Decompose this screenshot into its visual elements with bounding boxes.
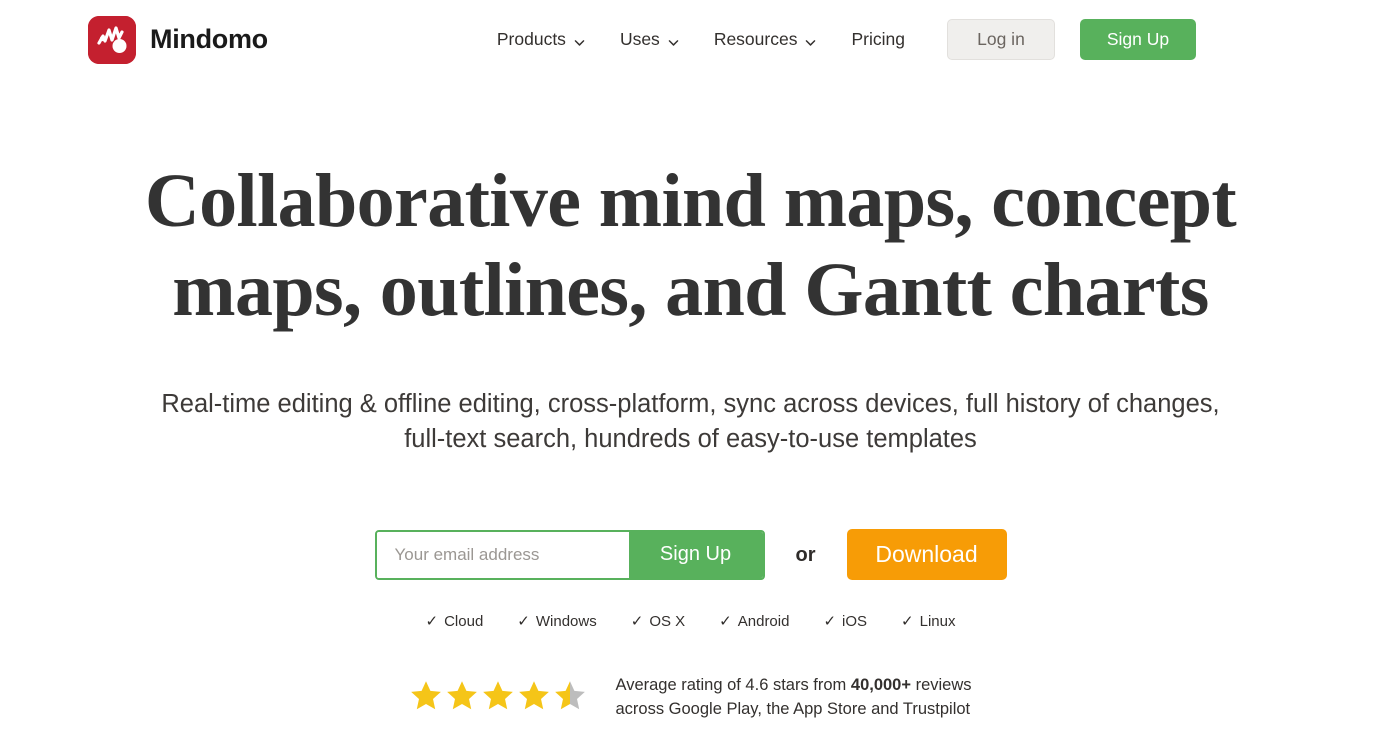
rating-description: Average rating of 4.6 stars from 40,000+… — [615, 674, 971, 721]
chevron-down-icon — [804, 33, 817, 46]
signup-submit-button[interactable]: Sign Up — [628, 531, 763, 578]
rating-text-part-1: Average rating of 4.6 stars from — [615, 676, 851, 695]
platform-label-cloud: Cloud — [444, 613, 484, 631]
platform-item-cloud: ✓ Cloud — [409, 613, 501, 630]
site-header: Mindomo Products Uses Resources Pricing … — [0, 0, 1381, 79]
chevron-down-icon — [573, 33, 586, 46]
platform-item-windows: ✓ Windows — [500, 613, 613, 630]
hero-subtitle: Real-time editing & offline editing, cro… — [161, 387, 1221, 457]
check-icon: ✓ — [630, 613, 644, 631]
platform-item-android: ✓ Android — [702, 613, 806, 630]
rating-review-count: 40,000+ — [850, 676, 911, 695]
star-icon-half — [553, 679, 587, 717]
platform-label-osx: OS X — [649, 613, 686, 631]
rating-text-line-2: across Google Play, the App Store and Tr… — [615, 699, 971, 718]
nav-label-resources: Resources — [713, 29, 798, 49]
or-separator-label: or — [795, 543, 816, 566]
page-title: Collaborative mind maps, concept maps, o… — [111, 157, 1271, 335]
download-button[interactable]: Download — [846, 529, 1007, 581]
email-signup-form: Sign Up — [374, 529, 765, 580]
hero-title-line-2: maps, outlines, and Gantt charts — [172, 247, 1209, 332]
nav-label-pricing: Pricing — [851, 29, 905, 49]
brand-logo-link[interactable]: Mindomo — [88, 15, 268, 64]
hero-title-line-1: Collaborative mind maps, concept — [144, 159, 1237, 243]
hero-section: Collaborative mind maps, concept maps, o… — [0, 79, 1381, 721]
platform-label-linux: Linux — [919, 613, 956, 631]
mindomo-logo-icon — [88, 15, 136, 64]
platform-label-ios: iOS — [842, 613, 868, 631]
nav-label-uses: Uses — [619, 29, 660, 49]
star-rating — [409, 679, 587, 717]
brand-name: Mindomo — [150, 24, 268, 54]
header-actions: Log in Sign Up — [946, 19, 1196, 60]
platform-item-osx: ✓ OS X — [614, 613, 702, 630]
login-button[interactable]: Log in — [946, 19, 1055, 60]
supported-platforms-list: ✓ Cloud ✓ Windows ✓ OS X ✓ Android ✓ iOS… — [0, 613, 1381, 630]
check-icon: ✓ — [823, 613, 837, 631]
star-icon-full — [517, 679, 551, 717]
platform-item-linux: ✓ Linux — [884, 613, 972, 630]
nav-item-products[interactable]: Products — [480, 21, 603, 58]
hero-subtitle-line-1: Real-time editing & offline editing, cro… — [161, 389, 1110, 418]
star-icon-full — [481, 679, 515, 717]
platform-label-android: Android — [737, 613, 790, 631]
platform-label-windows: Windows — [535, 613, 597, 631]
signup-button-header[interactable]: Sign Up — [1079, 19, 1196, 60]
check-icon: ✓ — [425, 613, 439, 631]
signup-row: Sign Up or Download — [0, 529, 1381, 581]
nav-item-uses[interactable]: Uses — [603, 21, 697, 58]
rating-row: Average rating of 4.6 stars from 40,000+… — [0, 674, 1381, 721]
check-icon: ✓ — [517, 613, 530, 631]
main-navigation: Products Uses Resources Pricing — [480, 21, 922, 58]
nav-item-resources[interactable]: Resources — [697, 21, 835, 58]
star-icon-full — [409, 679, 443, 717]
email-input[interactable] — [376, 531, 629, 578]
star-icon-full — [445, 679, 479, 717]
rating-text-part-2: reviews — [911, 676, 972, 695]
nav-item-pricing[interactable]: Pricing — [834, 21, 922, 58]
chevron-down-icon — [667, 33, 680, 46]
check-icon: ✓ — [901, 613, 914, 631]
nav-label-products: Products — [496, 29, 566, 49]
check-icon: ✓ — [719, 613, 732, 631]
platform-item-ios: ✓ iOS — [806, 613, 884, 630]
